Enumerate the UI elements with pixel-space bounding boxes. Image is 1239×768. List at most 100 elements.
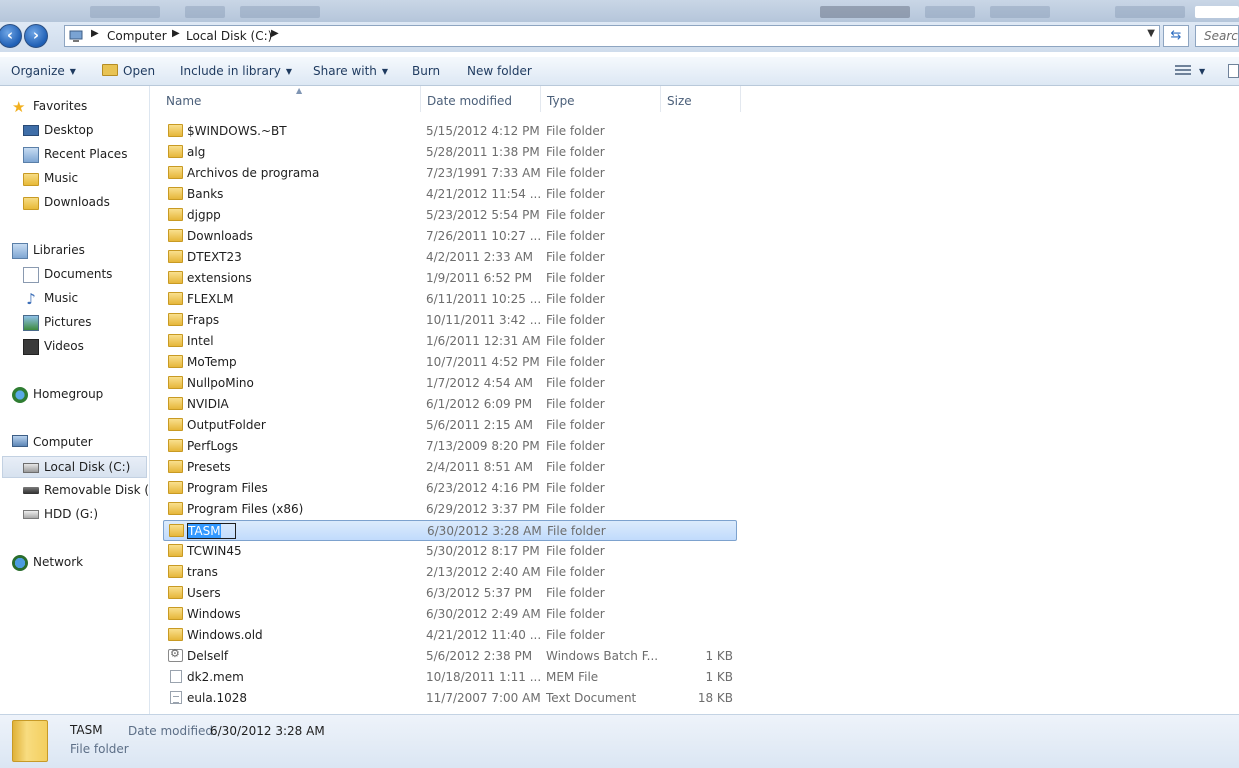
file-row[interactable]: djgpp 5/23/2012 5:54 PM File folder	[163, 205, 737, 226]
folder-icon	[168, 502, 183, 515]
batch-file-icon	[168, 647, 183, 662]
file-row[interactable]: Downloads 7/26/2011 10:27 ... File folder	[163, 226, 737, 247]
file-row[interactable]: alg 5/28/2011 1:38 PM File folder	[163, 142, 737, 163]
new-folder-button[interactable]: New folder	[467, 64, 532, 78]
file-row[interactable]: Windows 6/30/2012 2:49 AM File folder	[163, 604, 737, 625]
file-type: File folder	[546, 124, 605, 138]
nav-computer[interactable]: Computer	[12, 432, 142, 454]
file-row[interactable]: FLEXLM 6/11/2011 10:25 ... File folder	[163, 289, 737, 310]
view-options-icon[interactable]	[1175, 65, 1191, 77]
nav-homegroup[interactable]: Homegroup	[12, 384, 142, 406]
sort-ascending-icon: ▲	[296, 86, 303, 95]
file-row[interactable]: Delself 5/6/2012 2:38 PM Windows Batch F..…	[163, 646, 737, 667]
search-input[interactable]: Search	[1195, 25, 1239, 47]
file-row[interactable]: extensions 1/9/2011 6:52 PM File folder	[163, 268, 737, 289]
file-row[interactable]: trans 2/13/2012 2:40 AM File folder	[163, 562, 737, 583]
hard-drive-icon	[23, 510, 39, 519]
forward-button[interactable]: ›	[24, 24, 48, 48]
file-row[interactable]: Archivos de programa 7/23/1991 7:33 AM Fil…	[163, 163, 737, 184]
file-row[interactable]: eula.1028 11/7/2007 7:00 AM Text Document 1…	[163, 688, 737, 709]
organize-button[interactable]: Organize ▼	[11, 64, 76, 78]
breadcrumb-separator-icon[interactable]: ▶	[172, 28, 180, 39]
nav-music-favorite[interactable]: Music	[23, 168, 143, 190]
folder-icon	[168, 166, 183, 179]
file-type: File folder	[546, 565, 605, 579]
open-button[interactable]: Open	[102, 64, 155, 78]
file-row[interactable]: DTEXT23 4/2/2011 2:33 AM File folder	[163, 247, 737, 268]
file-name: Windows.old	[187, 628, 263, 642]
folder-icon	[168, 376, 183, 389]
file-row[interactable]: Windows.old 4/21/2012 11:40 ... File folde…	[163, 625, 737, 646]
address-row: ‹ › ▶ Computer ▶ Local Disk (C:) ▶ ▼ ⇆ S…	[0, 22, 1239, 52]
title-strip	[0, 0, 1239, 24]
details-date-value: 6/30/2012 3:28 AM	[210, 724, 325, 738]
include-in-library-button[interactable]: Include in library ▼	[180, 64, 292, 78]
file-row[interactable]: Program Files (x86) 6/29/2012 3:37 PM File…	[163, 499, 737, 520]
file-row[interactable]: $WINDOWS.~BT 5/15/2012 4:12 PM File folder	[163, 121, 737, 142]
nav-pictures[interactable]: Pictures	[23, 312, 143, 334]
documents-icon	[23, 267, 39, 283]
column-header-type[interactable]: Type	[541, 86, 661, 112]
breadcrumb-computer[interactable]: Computer	[107, 29, 167, 43]
file-row[interactable]: PerfLogs 7/13/2009 8:20 PM File folder	[163, 436, 737, 457]
file-row[interactable]: Fraps 10/11/2011 3:42 ... File folder	[163, 310, 737, 331]
back-button[interactable]: ‹	[0, 24, 22, 48]
file-row[interactable]: Banks 4/21/2012 11:54 ... File folder	[163, 184, 737, 205]
nav-desktop[interactable]: Desktop	[23, 120, 143, 142]
file-row[interactable]: Presets 2/4/2011 8:51 AM File folder	[163, 457, 737, 478]
column-header-size[interactable]: Size	[661, 86, 741, 112]
file-row[interactable]: NVIDIA 6/1/2012 6:09 PM File folder	[163, 394, 737, 415]
nav-videos[interactable]: Videos	[23, 336, 143, 358]
nav-removable-disk[interactable]: Removable Disk (E:	[23, 480, 150, 502]
nav-documents[interactable]: Documents	[23, 264, 143, 286]
pictures-icon	[23, 315, 39, 331]
file-row[interactable]: Intel 1/6/2011 12:31 AM File folder	[163, 331, 737, 352]
nav-music[interactable]: ♪ Music	[23, 288, 143, 310]
nav-recent-places[interactable]: Recent Places	[23, 144, 143, 166]
breadcrumb-separator-icon[interactable]: ▶	[91, 28, 99, 39]
file-date-modified: 6/30/2012 2:49 AM	[426, 607, 541, 621]
chevron-down-icon[interactable]: ▼	[1199, 67, 1205, 76]
file-type: File folder	[546, 439, 605, 453]
nav-downloads[interactable]: Downloads	[23, 192, 143, 214]
nav-hdd[interactable]: HDD (G:)	[23, 504, 143, 526]
breadcrumb-local-disk[interactable]: Local Disk (C:)	[186, 29, 272, 43]
file-row[interactable]: MoTemp 10/7/2011 4:52 PM File folder	[163, 352, 737, 373]
nav-local-disk[interactable]: Local Disk (C:)	[2, 456, 147, 478]
file-date-modified: 6/3/2012 5:37 PM	[426, 586, 533, 600]
file-name[interactable]: TASM	[187, 523, 236, 539]
nav-network[interactable]: Network	[12, 552, 142, 574]
folder-icon	[168, 397, 183, 410]
file-type: File folder	[546, 250, 605, 264]
file-row[interactable]: TASM 6/30/2012 3:28 AM File folder	[163, 520, 737, 541]
nav-favorites[interactable]: ★ Favorites	[12, 96, 142, 118]
preview-pane-button[interactable]	[1228, 64, 1239, 78]
file-name: PerfLogs	[187, 439, 239, 453]
address-dropdown-icon[interactable]: ▼	[1147, 28, 1155, 39]
nav-libraries[interactable]: Libraries	[12, 240, 142, 262]
column-header-name[interactable]: Name ▲	[160, 86, 421, 112]
file-row[interactable]: OutputFolder 5/6/2011 2:15 AM File folder	[163, 415, 737, 436]
share-with-button[interactable]: Share with ▼	[313, 64, 388, 78]
file-type: File folder	[546, 502, 605, 516]
file-row[interactable]: Program Files 6/23/2012 4:16 PM File folde…	[163, 478, 737, 499]
breadcrumb-separator-icon[interactable]: ▶	[271, 28, 279, 39]
file-row[interactable]: TCWIN45 5/30/2012 8:17 PM File folder	[163, 541, 737, 562]
file-type: File folder	[546, 208, 605, 222]
chevron-down-icon: ▼	[285, 67, 293, 76]
burn-button[interactable]: Burn	[412, 64, 440, 78]
file-row[interactable]: Users 6/3/2012 5:37 PM File folder	[163, 583, 737, 604]
address-bar[interactable]: ▶ Computer ▶ Local Disk (C:) ▶ ▼	[64, 25, 1160, 47]
file-name: Banks	[187, 187, 224, 201]
file-row[interactable]: NullpoMino 1/7/2012 4:54 AM File folder	[163, 373, 737, 394]
column-header-date-modified[interactable]: Date modified	[421, 86, 541, 112]
folder-icon	[168, 418, 183, 431]
file-date-modified: 5/15/2012 4:12 PM	[426, 124, 540, 138]
file-size: 18 KB	[697, 691, 733, 705]
folder-icon	[168, 145, 183, 158]
file-name: Presets	[187, 460, 231, 474]
file-icon	[170, 670, 182, 683]
file-row[interactable]: dk2.mem 10/18/2011 1:11 ... MEM File 1 KB	[163, 667, 737, 688]
folder-icon	[168, 250, 183, 263]
refresh-button[interactable]: ⇆	[1163, 25, 1189, 47]
